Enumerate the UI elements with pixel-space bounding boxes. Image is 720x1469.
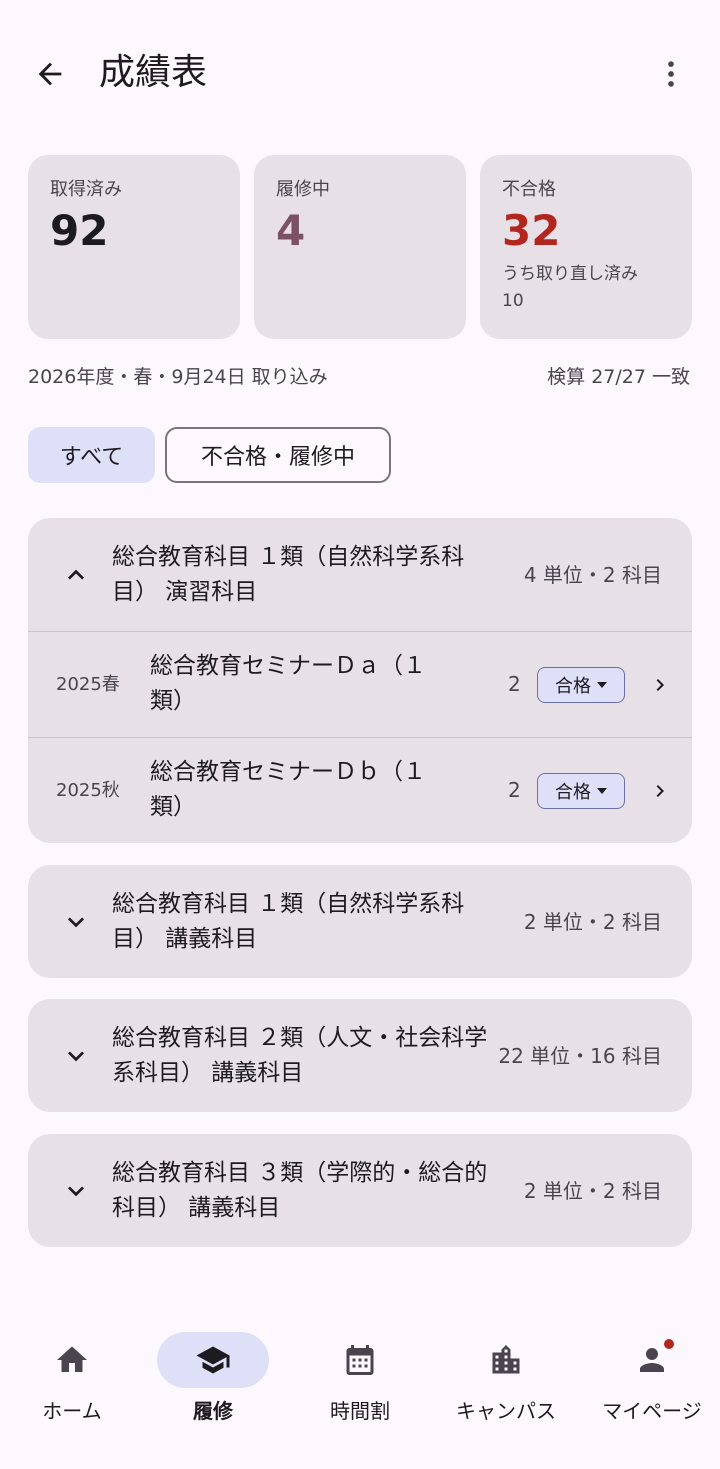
group-title: 総合教育科目 １類（自然科学系科目） 演習科目 xyxy=(112,544,465,605)
course-name: 総合教育セミナーＤｂ（１類） xyxy=(150,759,426,820)
top-app-bar: 成績表 xyxy=(0,0,720,145)
nav-label: 履修 xyxy=(193,1399,233,1423)
dropdown-caret-icon xyxy=(597,682,607,688)
nav-item-timetable[interactable]: 時間割 xyxy=(288,1310,432,1430)
group-title: 総合教育科目 ３類（学際的・総合的科目） 講義科目 xyxy=(112,1160,488,1221)
chevron-down-icon[interactable] xyxy=(60,1175,92,1207)
school-icon xyxy=(196,1346,230,1374)
course-name: 総合教育セミナーＤａ（１類） xyxy=(150,653,426,714)
group-title: 総合教育科目 ２類（人文・社会科学系科目） 講義科目 xyxy=(112,1025,488,1086)
more-vert-icon xyxy=(668,61,674,87)
course-group-3[interactable]: 総合教育科目 ２類（人文・社会科学系科目） 講義科目 22 単位・16 科目 xyxy=(28,999,692,1112)
course-row[interactable]: 2025秋 総合教育セミナーＤｂ（１類） 2 合格 xyxy=(28,737,692,843)
course-group-2[interactable]: 総合教育科目 １類（自然科学系科目） 講義科目 2 単位・2 科目 xyxy=(28,865,692,978)
more-options-button[interactable] xyxy=(643,46,699,102)
filter-chip-failed-in-progress[interactable]: 不合格・履修中 xyxy=(165,427,391,483)
in-progress-label: 履修中 xyxy=(276,179,330,200)
nav-indicator xyxy=(16,1332,128,1388)
nav-item-courses[interactable]: 履修 xyxy=(141,1310,285,1430)
failed-value: 32 xyxy=(502,206,561,255)
group-count: 4 単位・2 科目 xyxy=(523,563,662,587)
status-label: 合格 xyxy=(555,782,591,803)
failed-label: 不合格 xyxy=(502,179,556,200)
earned-credits-card: 取得済み 92 xyxy=(28,155,240,339)
nav-label: ホーム xyxy=(42,1399,102,1423)
grade-report-screen: 成績表 取得済み 92 履修中 4 不合格 32 うち取り直し済み 10 202… xyxy=(0,0,720,1469)
earned-label: 取得済み xyxy=(50,179,122,200)
course-term: 2025春 xyxy=(56,674,120,695)
status-label: 合格 xyxy=(555,676,591,697)
check-info: 検算 27/27 一致 xyxy=(547,366,690,388)
bottom-navigation: ホーム 履修 時間割 キャンパス マイページ xyxy=(0,1310,720,1469)
nav-item-mypage[interactable]: マイページ xyxy=(580,1310,720,1430)
notification-badge xyxy=(664,1339,674,1349)
nav-indicator xyxy=(157,1332,269,1388)
chevron-right-icon[interactable] xyxy=(648,777,672,805)
chevron-down-icon[interactable] xyxy=(60,906,92,938)
status-dropdown[interactable]: 合格 xyxy=(537,773,625,809)
dropdown-caret-icon xyxy=(597,788,607,794)
home-icon xyxy=(57,1346,87,1372)
filter-chip-all[interactable]: すべて xyxy=(28,427,155,483)
course-group-4[interactable]: 総合教育科目 ３類（学際的・総合的科目） 講義科目 2 単位・2 科目 xyxy=(28,1134,692,1247)
earned-value: 92 xyxy=(50,206,109,255)
in-progress-card: 履修中 4 xyxy=(254,155,466,339)
import-info: 2026年度・春・9月24日 取り込み xyxy=(28,366,328,388)
building-icon xyxy=(492,1345,520,1374)
nav-item-home[interactable]: ホーム xyxy=(0,1310,144,1430)
in-progress-value: 4 xyxy=(276,206,306,255)
calendar-icon xyxy=(346,1345,374,1375)
status-dropdown[interactable]: 合格 xyxy=(537,667,625,703)
nav-item-campus[interactable]: キャンパス xyxy=(434,1310,578,1430)
course-row[interactable]: 2025春 総合教育セミナーＤａ（１類） 2 合格 xyxy=(28,631,692,737)
chevron-down-icon[interactable] xyxy=(60,1040,92,1072)
course-credits: 2 xyxy=(508,672,521,696)
course-term: 2025秋 xyxy=(56,780,120,801)
course-group-1: 総合教育科目 １類（自然科学系科目） 演習科目 4 単位・2 科目 2025春 … xyxy=(28,518,692,843)
arrow-back-icon xyxy=(38,62,62,86)
chevron-up-icon[interactable] xyxy=(60,559,92,591)
group-count: 2 単位・2 科目 xyxy=(523,1179,662,1203)
nav-indicator xyxy=(304,1332,416,1388)
nav-label: キャンパス xyxy=(456,1399,556,1423)
retaken-label: うち取り直し済み xyxy=(502,264,638,284)
group-count: 2 単位・2 科目 xyxy=(523,910,662,934)
course-credits: 2 xyxy=(508,778,521,802)
back-button[interactable] xyxy=(22,46,78,102)
nav-label: 時間割 xyxy=(330,1399,390,1423)
nav-indicator xyxy=(450,1332,562,1388)
group-header-1[interactable]: 総合教育科目 １類（自然科学系科目） 演習科目 4 単位・2 科目 xyxy=(28,518,692,631)
group-count: 22 単位・16 科目 xyxy=(498,1044,662,1068)
chevron-right-icon[interactable] xyxy=(648,671,672,699)
page-title: 成績表 xyxy=(99,52,208,93)
failed-card: 不合格 32 うち取り直し済み 10 xyxy=(480,155,692,339)
nav-indicator xyxy=(596,1332,708,1388)
retaken-value: 10 xyxy=(502,291,524,311)
nav-label: マイページ xyxy=(602,1399,702,1423)
group-title: 総合教育科目 １類（自然科学系科目） 講義科目 xyxy=(112,891,465,952)
